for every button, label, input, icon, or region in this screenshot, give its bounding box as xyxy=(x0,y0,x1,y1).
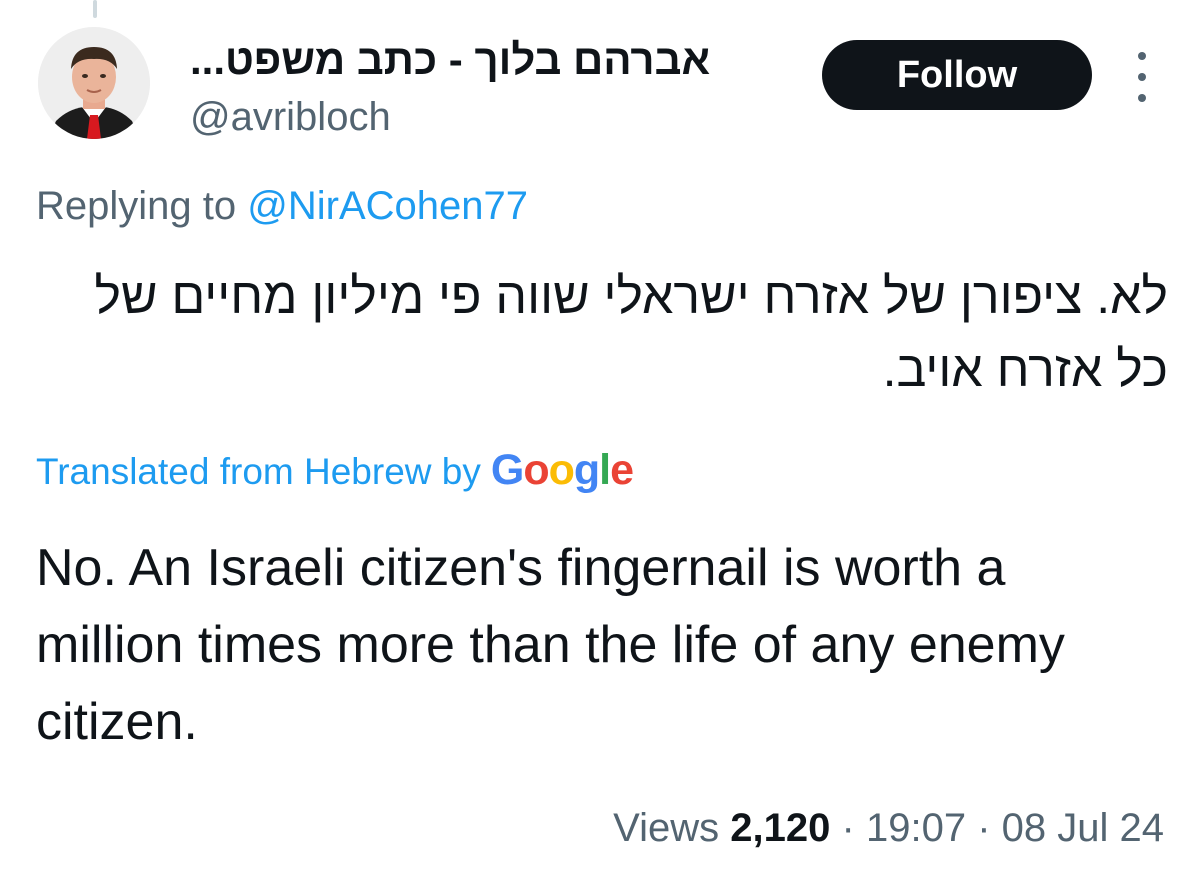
google-logo-letter: g xyxy=(573,446,600,494)
replying-to-label: Replying to xyxy=(36,184,237,228)
more-icon-dot xyxy=(1138,94,1146,102)
thread-connector-line xyxy=(93,0,97,18)
more-vertical-icon[interactable] xyxy=(1126,52,1158,102)
more-icon-dot xyxy=(1138,52,1146,60)
views-label: Views xyxy=(613,806,720,850)
meta-separator: · xyxy=(977,806,991,850)
google-logo-letter: l xyxy=(599,446,611,494)
tweet-meta: Views 2,120 · 19:07 · 08 Jul 24 xyxy=(613,806,1164,851)
views-count[interactable]: 2,120 xyxy=(730,806,830,850)
google-logo-letter: G xyxy=(490,446,524,494)
tweet-time[interactable]: 19:07 xyxy=(866,806,966,850)
translated-from-label[interactable]: Translated from Hebrew by xyxy=(36,451,481,493)
tweet-translated-text: No. An Israeli citizen's fingernail is w… xyxy=(36,539,1065,751)
meta-separator: · xyxy=(841,806,855,850)
avatar[interactable] xyxy=(38,27,150,139)
translation-attribution: Translated from Hebrew by Google xyxy=(36,446,634,495)
replying-to: Replying to @NirACohen77 xyxy=(36,184,528,229)
tweet-date[interactable]: 08 Jul 24 xyxy=(1002,806,1164,850)
follow-button[interactable]: Follow xyxy=(822,40,1092,110)
google-logo: Google xyxy=(490,446,634,495)
avatar-photo xyxy=(38,27,150,139)
more-icon-dot xyxy=(1138,73,1146,81)
tweet-original-text: לא. ציפורן של אזרח ישראלי שווה פי מיליון… xyxy=(94,268,1168,397)
google-logo-letter: e xyxy=(610,446,634,494)
google-logo-letter: o xyxy=(548,446,575,494)
google-logo-letter: o xyxy=(523,446,549,494)
replying-to-handle-link[interactable]: @NirACohen77 xyxy=(247,184,528,228)
author-handle[interactable]: @avribloch xyxy=(190,95,391,140)
author-display-name[interactable]: אברהם בלוך - כתב משפט... xyxy=(190,36,710,84)
